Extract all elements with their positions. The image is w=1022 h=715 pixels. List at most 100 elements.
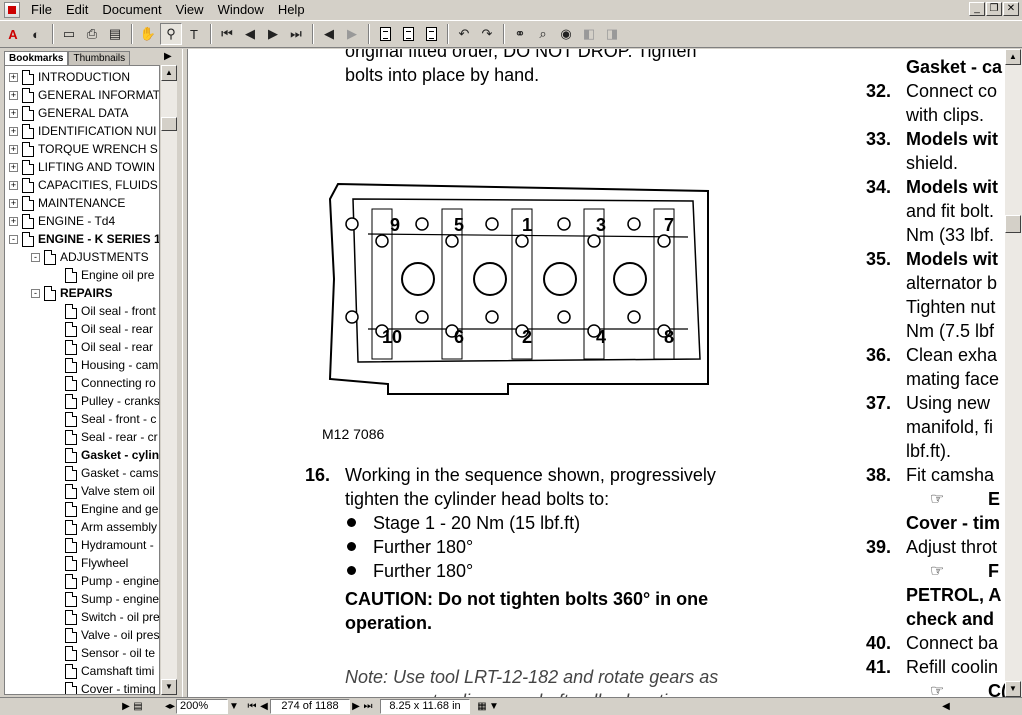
web-capture-icon[interactable]: ◐ [25,23,47,45]
bookmark-item[interactable]: Pulley - cranks [65,392,159,410]
print-icon[interactable]: ⎙ [81,23,103,45]
acrobat-app-icon[interactable] [4,1,20,18]
fit-page-icon[interactable] [397,23,419,45]
bookmark-item[interactable]: Arm assembly [65,518,157,536]
actual-size-icon[interactable] [374,23,396,45]
bookmark-item[interactable]: Hydramount - [65,536,154,554]
go-back-icon[interactable]: ◀ [318,23,340,45]
page-layout-icon[interactable]: ▦ [476,701,488,712]
bookmark-item[interactable]: Valve stem oil [65,482,155,500]
menu-help[interactable]: Help [271,1,312,19]
scroll-down-icon[interactable]: ▼ [161,679,177,695]
expand-icon[interactable]: + [9,216,18,226]
expand-icon[interactable]: + [9,162,18,172]
bookmark-item[interactable]: Gasket - cylin [65,446,159,464]
text-select-tool-icon[interactable]: T [183,23,205,45]
last-page-icon[interactable]: ⏭ [285,23,307,45]
search-icon[interactable]: ⌕ [532,23,554,45]
expand-icon[interactable]: + [9,126,18,136]
bookmark-item[interactable]: - ADJUSTMENTS [31,248,149,266]
doc-line[interactable]: C( [988,679,1005,697]
close-button[interactable]: ✕ [1003,2,1019,16]
bookmark-item[interactable]: Switch - oil pre [65,608,159,626]
scrollbar-thumb[interactable] [1005,215,1021,233]
tab-thumbnails[interactable]: Thumbnails [68,51,131,65]
bookmark-item[interactable]: + LIFTING AND TOWIN [9,158,155,176]
bookmark-item[interactable]: Valve - oil pres [65,626,159,644]
collapse-icon[interactable]: - [31,288,40,298]
previous-page-icon[interactable]: ◀ [239,23,261,45]
bookmark-item[interactable]: Housing - cam [65,356,158,374]
bookmark-item[interactable]: Pump - engine [65,572,159,590]
rotate-left-icon[interactable]: ↶ [453,23,475,45]
bookmark-item[interactable]: Flywheel [65,554,128,572]
page-number-field[interactable]: 274 of 1188 [270,699,350,714]
menu-document[interactable]: Document [95,1,168,19]
expand-icon[interactable]: + [9,72,18,82]
horizontal-scroll-left-icon[interactable]: ◀ [940,701,952,712]
bookmark-scrollbar[interactable]: ▲ ▼ [161,65,177,695]
document-view[interactable]: original fitted order, DO NOT DROP. Tigh… [188,49,1005,697]
bookmark-item[interactable]: + MAINTENANCE [9,194,125,212]
rotate-right-icon[interactable]: ↷ [476,23,498,45]
find-icon[interactable]: ⚭ [509,23,531,45]
scroll-down-icon[interactable]: ▼ [1005,681,1021,697]
restore-button[interactable]: ❐ [986,2,1002,16]
bookmark-item[interactable]: + INTRODUCTION [9,68,130,86]
minimize-button[interactable]: _ [969,2,985,16]
first-page-icon[interactable]: ⏮ [246,701,258,712]
view-options-icon[interactable]: ◂▸ [164,701,176,712]
fit-width-icon[interactable] [420,23,442,45]
bookmark-item[interactable]: Oil seal - rear [65,320,153,338]
bookmark-item[interactable]: Camshaft timi [65,662,154,680]
menu-view[interactable]: View [169,1,211,19]
bookmark-item[interactable]: Seal - front - c [65,410,156,428]
menu-window[interactable]: Window [211,1,271,19]
next-page-icon[interactable]: ▶ [350,701,362,712]
tree-options-icon[interactable]: ▤ [132,701,144,712]
zoom-field[interactable]: 200% [176,699,228,714]
previous-highlight-icon[interactable]: ◧ [578,23,600,45]
scroll-up-icon[interactable]: ▲ [1005,49,1021,65]
acrobat-logo-icon[interactable]: A [2,23,24,45]
hand-tool-icon[interactable]: ✋ [137,23,159,45]
bookmark-item[interactable]: + TORQUE WRENCH S [9,140,158,158]
bookmark-item[interactable]: Sensor - oil te [65,644,155,662]
tab-bookmarks[interactable]: Bookmarks [4,51,69,65]
bookmark-item[interactable]: Oil seal - front [65,302,156,320]
bookmark-item[interactable]: Gasket - cams [65,464,158,482]
bookmark-item[interactable]: Connecting ro [65,374,156,392]
bookmark-item[interactable]: + CAPACITIES, FLUIDS [9,176,158,194]
expand-icon[interactable]: + [9,180,18,190]
bookmark-item[interactable]: Seal - rear - cr [65,428,158,446]
scroll-up-icon[interactable]: ▲ [161,65,177,81]
collapse-icon[interactable]: - [31,252,40,262]
bookmark-item[interactable]: + GENERAL DATA [9,104,128,122]
bookmark-item[interactable]: Oil seal - rear [65,338,153,356]
expand-icon[interactable]: + [9,108,18,118]
tree-scroll-right-icon[interactable]: ▶ [120,701,132,712]
zoom-dropdown-icon[interactable]: ▼ [228,701,240,712]
bookmark-item[interactable]: Engine oil pre [65,266,154,284]
show-navigation-pane-icon[interactable]: ▤ [104,23,126,45]
bookmark-item[interactable]: - ENGINE - K SERIES 1. [9,230,159,248]
doc-line[interactable]: F [988,559,999,583]
first-page-icon[interactable]: ⏮ [216,23,238,45]
scrollbar-thumb[interactable] [161,117,177,131]
search-results-icon[interactable]: ◉ [555,23,577,45]
next-highlight-icon[interactable]: ◨ [601,23,623,45]
expand-icon[interactable]: + [9,144,18,154]
pane-menu-arrow-icon[interactable]: ▶ [164,51,172,62]
bookmark-item[interactable]: Engine and ge [65,500,158,518]
go-forward-icon[interactable]: ▶ [341,23,363,45]
bookmark-item[interactable]: - REPAIRS [31,284,112,302]
expand-icon[interactable]: + [9,90,18,100]
bookmark-item[interactable]: Cover - timing [65,680,156,694]
previous-page-icon[interactable]: ◀ [258,701,270,712]
document-scrollbar[interactable]: ▲ ▼ [1005,49,1022,697]
last-page-icon[interactable]: ⏭ [362,701,374,712]
expand-icon[interactable]: + [9,198,18,208]
bookmark-item[interactable]: + GENERAL INFORMAT [9,86,159,104]
menu-edit[interactable]: Edit [59,1,95,19]
bookmark-item[interactable]: Sump - engine [65,590,159,608]
